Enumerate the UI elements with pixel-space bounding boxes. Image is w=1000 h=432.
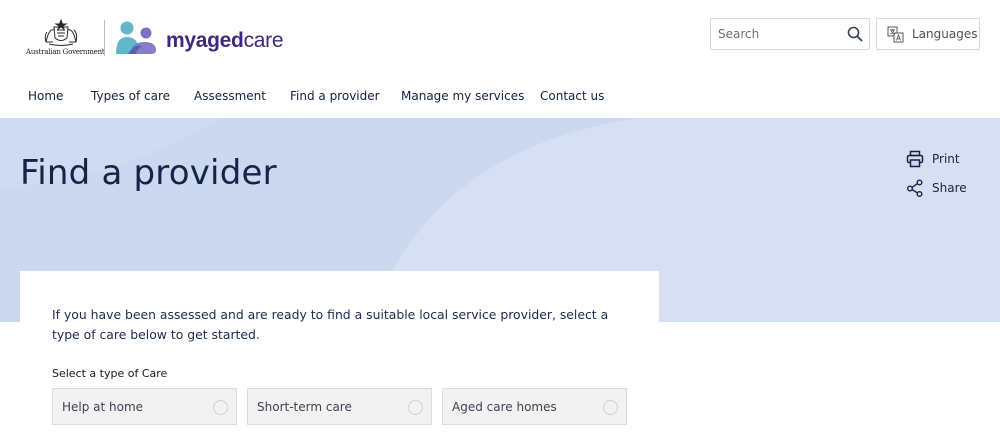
page-title: Find a provider — [20, 153, 277, 193]
search-icon[interactable] — [847, 26, 863, 42]
nav-item-contact-us[interactable]: Contact us — [540, 89, 604, 103]
logo-divider — [104, 20, 105, 56]
care-option-label: Aged care homes — [452, 400, 557, 414]
printer-icon — [906, 150, 924, 168]
radio-button[interactable] — [603, 400, 618, 415]
print-button[interactable]: Print — [906, 149, 960, 169]
care-option-label: Short-term care — [257, 400, 352, 414]
my-aged-care-people-icon[interactable] — [114, 20, 158, 56]
nav-item-types-of-care[interactable]: Types of care — [91, 89, 170, 103]
care-option-label: Help at home — [62, 400, 144, 414]
nav-item-find-a-provider[interactable]: Find a provider — [290, 89, 380, 103]
nav-item-assessment[interactable]: Assessment — [194, 89, 266, 103]
my-aged-care-wordmark[interactable]: myagedcare — [166, 29, 284, 53]
radio-button[interactable] — [213, 400, 228, 415]
share-label: Share — [932, 181, 967, 195]
nav-item-home[interactable]: Home — [28, 89, 63, 103]
coat-of-arms-icon — [44, 18, 78, 46]
search-box — [710, 18, 870, 50]
search-input[interactable] — [711, 19, 841, 49]
site-header: Australian Government myagedcare Languag… — [0, 0, 1000, 78]
nav-item-manage-my-services[interactable]: Manage my services — [401, 89, 524, 103]
share-button[interactable]: Share — [906, 178, 967, 198]
radio-button[interactable] — [408, 400, 423, 415]
care-option-short-term-care[interactable]: Short-term care — [247, 388, 432, 425]
languages-label: Languages — [912, 27, 978, 41]
intro-text: If you have been assessed and are ready … — [52, 307, 609, 342]
care-type-label: Select a type of Care — [52, 367, 168, 380]
print-label: Print — [932, 152, 960, 166]
languages-button[interactable]: Languages — [876, 18, 980, 50]
care-option-aged-care-homes[interactable]: Aged care homes — [442, 388, 627, 425]
translate-icon — [887, 26, 904, 43]
care-option-help-at-home[interactable]: Help at home — [52, 388, 237, 425]
main-navigation: Home Types of care Assessment Find a pro… — [0, 78, 1000, 118]
find-provider-card: If you have been assessed and are ready … — [20, 271, 659, 432]
share-icon — [907, 179, 923, 197]
australian-government-logo[interactable]: Australian Government — [26, 18, 105, 58]
gov-logo-text: Australian Government — [26, 48, 105, 56]
